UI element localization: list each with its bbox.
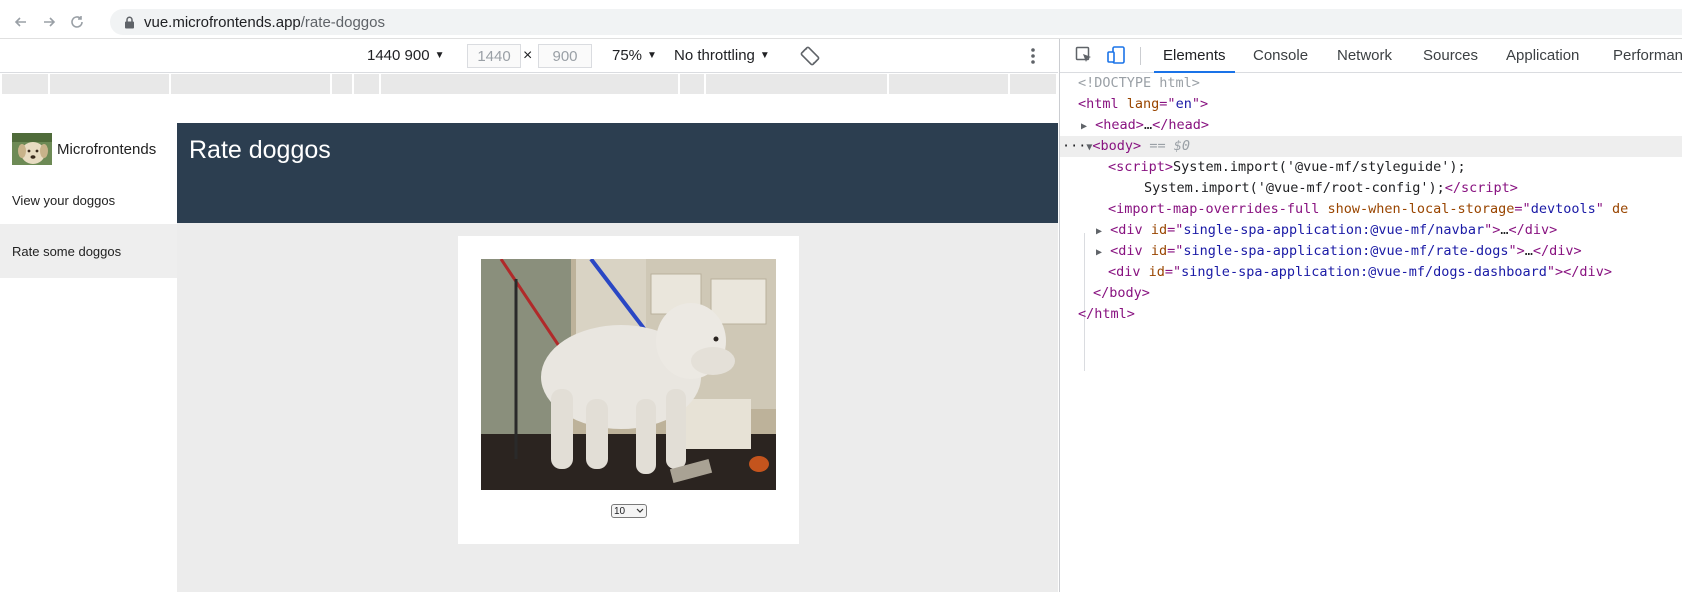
nav-link-label: Rate some doggos [12,243,122,259]
tab-application[interactable]: Application [1506,39,1579,72]
ruler-segment[interactable] [332,74,352,94]
emulated-page: Microfrontends View your doggos Rate som… [0,96,1058,592]
doctype-text: <!DOCTYPE html> [1078,75,1200,91]
dom-node-doctype[interactable]: <!DOCTYPE html> [1060,73,1682,94]
dimensions-dropdown[interactable]: 1440 900 ▼ [367,39,444,72]
dom-node-div-rate-dogs[interactable]: ▶ <div id="single-spa-application:@vue-m… [1060,241,1682,262]
brand[interactable]: Microfrontends [12,133,156,165]
tab-sources[interactable]: Sources [1423,39,1478,72]
url-text: vue.microfrontends.app/rate-doggos [144,14,385,31]
import-map-tag: import-map-overrides-full [1116,201,1320,217]
brand-name: Microfrontends [57,140,157,158]
div-attr: id [1148,264,1165,280]
nav-link-rate-doggos[interactable]: Rate some doggos [0,224,177,278]
collapsed-ellipsis: … [1524,243,1533,259]
dom-node-import-map[interactable]: <import-map-overrides-full show-when-loc… [1060,199,1682,220]
tab-console[interactable]: Console [1253,39,1308,72]
devtools-toolbar: Elements Console Network Sources Applica… [1060,39,1682,73]
zoom-dropdown[interactable]: 75% ▼ [612,39,657,72]
rotate-icon[interactable] [800,39,820,72]
device-toolbar: 1440 900 ▼ 1440 × 900 75% ▼ No throttling ▼ [0,39,1058,73]
dom-node-div-dashboard[interactable]: <div id="single-spa-application:@vue-mf/… [1060,262,1682,283]
throttling-dropdown[interactable]: No throttling ▼ [674,39,770,72]
nav-link-view-doggos[interactable]: View your doggos [0,173,177,227]
div-attr: id [1150,222,1168,238]
ruler-segment[interactable] [2,74,48,94]
zoom-label: 75% [612,47,643,64]
ruler-segment[interactable] [1010,74,1056,94]
head-collapsed: … [1143,117,1153,133]
more-dots-icon[interactable]: ··· [1062,138,1086,154]
import-map-attr: show-when-local-storage [1327,201,1515,217]
div-navbar-id: single-spa-application:@vue-mf/navbar [1183,222,1485,238]
width-input[interactable]: 1440 [467,44,521,68]
throttling-label: No throttling [674,47,755,64]
dom-node-script[interactable]: <script>System.import('@vue-mf/styleguid… [1060,157,1682,178]
html-lang-value: en [1175,96,1192,112]
dom-node-body-close[interactable]: </body> [1060,283,1682,304]
caret-down-icon: ▼ [434,50,445,61]
div-attr: id [1150,243,1168,259]
caret-down-icon: ▼ [647,50,657,61]
dimensions-label: 1440 900 [367,47,430,64]
div-rate-dogs-id: single-spa-application:@vue-mf/rate-dogs [1183,243,1509,259]
ruler-segment[interactable] [354,74,379,94]
forward-arrow-icon[interactable] [36,9,62,35]
script-line-1: System.import('@vue-mf/styleguide'); [1173,159,1466,175]
rating-select[interactable]: 10 [611,504,647,518]
browser-toolbar: vue.microfrontends.app/rate-doggos [0,6,1682,39]
rating-card: 10 [458,236,799,544]
dom-node-div-navbar[interactable]: ▶ <div id="single-spa-application:@vue-m… [1060,220,1682,241]
script-line-2: System.import('@vue-mf/root-config'); [1144,180,1445,196]
back-arrow-icon[interactable] [8,9,34,35]
page-title: Rate doggos [189,136,331,164]
url-path: /rate-doggos [300,13,385,31]
side-navigation: Microfrontends View your doggos Rate som… [0,123,177,592]
import-map-value: devtools [1530,201,1596,217]
reload-icon[interactable] [64,9,90,35]
ruler-segment[interactable] [706,74,887,94]
html-lang-attr: lang [1126,96,1160,112]
toolbar-divider [1140,47,1141,65]
url-host: vue.microfrontends.app [144,13,301,31]
rating-value: 10 [614,505,626,517]
dom-node-html-close[interactable]: </html> [1060,304,1682,325]
times-sign: × [523,46,533,64]
dom-node-script-cont[interactable]: System.import('@vue-mf/root-config');</s… [1060,178,1682,199]
caret-down-icon: ▼ [759,50,770,61]
nav-link-label: View your doggos [12,192,116,208]
page-top-spacer [0,96,1058,123]
dog-photo [481,259,776,490]
div-dashboard-id: single-spa-application:@vue-mf/dogs-dash… [1181,264,1547,280]
dom-node-head[interactable]: ▶ <head>…</head> [1060,115,1682,136]
device-toggle-icon[interactable] [1104,44,1128,66]
tab-performance[interactable]: Performan [1613,39,1682,72]
inspect-element-icon[interactable] [1072,44,1096,66]
media-query-ruler[interactable] [0,73,1058,96]
tab-elements[interactable]: Elements [1154,39,1234,73]
dom-node-body[interactable]: ···▼<body> == $0 [1060,136,1682,157]
ruler-segment[interactable] [381,74,678,94]
dom-node-html[interactable]: <html lang="en"> [1060,94,1682,115]
lock-icon [122,15,136,29]
selected-marker: == $0 [1149,138,1190,154]
tab-network[interactable]: Network [1337,39,1392,72]
page-header: Rate doggos [177,123,1058,223]
import-map-cut: de [1611,201,1629,217]
ruler-segment[interactable] [171,74,330,94]
ruler-segment[interactable] [680,74,704,94]
ruler-segment[interactable] [889,74,1008,94]
dog-logo-icon [12,133,52,165]
devtools-panel: Elements Console Network Sources Applica… [1059,39,1682,592]
more-vertical-icon[interactable] [1030,39,1036,72]
ruler-segment[interactable] [50,74,169,94]
address-bar[interactable]: vue.microfrontends.app/rate-doggos [110,9,1682,35]
chevron-down-icon [636,508,644,513]
height-input[interactable]: 900 [538,44,592,68]
